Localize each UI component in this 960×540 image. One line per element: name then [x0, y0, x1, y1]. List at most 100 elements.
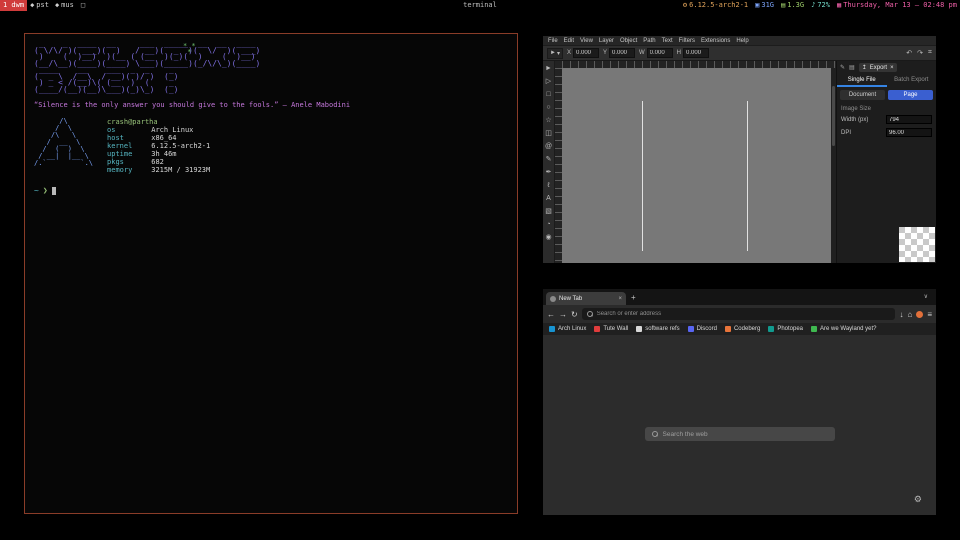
account-avatar[interactable]	[916, 311, 923, 318]
fetch-value: 3h 46m	[151, 150, 176, 158]
address-input[interactable]	[597, 311, 891, 317]
bookmark-favicon	[768, 326, 774, 332]
shell-prompt[interactable]: ~ ❯	[34, 186, 508, 195]
bookmark-tute-wall[interactable]: Tute Wall	[594, 326, 628, 332]
bookmark-label: Arch Linux	[558, 326, 586, 332]
bookmarks-bar: Arch Linux Tute Wall software refs Disco…	[543, 323, 936, 335]
menu-edit[interactable]: Edit	[564, 38, 574, 44]
menu-icon[interactable]: ≡	[927, 310, 932, 319]
menu-help[interactable]: Help	[736, 38, 748, 44]
menu-extensions[interactable]: Extensions	[701, 38, 730, 44]
layout-indicator-icon[interactable]: □	[77, 0, 89, 11]
horizontal-ruler	[562, 61, 836, 68]
tool-options-bar: ► ▾ X Y W H ↶ ↷ ⌗	[543, 46, 936, 61]
home-icon[interactable]: ⌂	[907, 310, 912, 319]
tab-new-tab[interactable]: New Tab ×	[546, 292, 626, 305]
tab-favicon-globe-icon	[550, 296, 556, 302]
selector-tool-icon[interactable]: ►	[545, 62, 552, 75]
chevron-down-icon: ▾	[557, 50, 560, 57]
rect-tool-icon[interactable]: □	[546, 88, 550, 101]
close-icon[interactable]: ×	[890, 65, 894, 71]
newtab-search-box[interactable]	[645, 427, 835, 441]
dpi-input[interactable]	[886, 128, 932, 137]
search-icon	[652, 431, 658, 437]
menu-file[interactable]: File	[548, 38, 558, 44]
bookmark-software-refs[interactable]: software refs	[636, 326, 679, 332]
back-button[interactable]: ←	[547, 310, 555, 319]
x-input[interactable]	[573, 48, 599, 58]
reload-button[interactable]: ↻	[571, 310, 578, 319]
text-tool-icon[interactable]: A	[546, 192, 551, 205]
star-tool-icon[interactable]: ☆	[545, 114, 551, 127]
workspace-tag-1[interactable]: 1 dwm	[0, 0, 27, 11]
scrollbar-thumb[interactable]	[832, 86, 835, 146]
volume-icon: ♪	[811, 0, 815, 11]
snap-toggle-icon[interactable]: ⌗	[928, 49, 932, 57]
dropper-tool-icon[interactable]: ◔	[546, 218, 550, 231]
tab-batch-export[interactable]: Batch Export	[887, 74, 937, 87]
bookmark-label: software refs	[645, 326, 679, 332]
address-bar[interactable]	[582, 308, 896, 320]
newtab-settings-gear-icon[interactable]: ⚙	[914, 494, 922, 505]
zoom-tool-icon[interactable]: ◉	[545, 231, 551, 244]
forward-button[interactable]: →	[559, 310, 567, 319]
y-input[interactable]	[609, 48, 635, 58]
export-mode-tabs: Single File Batch Export	[837, 74, 936, 87]
prompt-symbol: ❯	[43, 186, 48, 195]
bookmark-favicon	[725, 326, 731, 332]
width-label: Width (px)	[841, 117, 883, 123]
bookmark-codeberg[interactable]: Codeberg	[725, 326, 760, 332]
undo-icon[interactable]: ↶	[906, 49, 912, 57]
calligraphy-tool-icon[interactable]: ℓ	[547, 179, 549, 192]
bookmark-label: Tute Wall	[603, 326, 628, 332]
tab-single-file[interactable]: Single File	[837, 74, 887, 87]
page-button[interactable]: Page	[888, 90, 933, 100]
bookmark-photopea[interactable]: Photopea	[768, 326, 803, 332]
dialog-icon-b[interactable]: ▤	[849, 64, 855, 71]
export-dock-tab[interactable]: ↥ Export ×	[859, 63, 897, 72]
selection-mode-dropdown[interactable]: ► ▾	[547, 48, 563, 59]
pen-tool-icon[interactable]: ✒	[546, 166, 552, 179]
dialog-icon-a[interactable]: ✎	[840, 64, 845, 71]
browser-window: New Tab × + ∨ ← → ↻ ↓ ⌂ ≡ Arch Linux Tut…	[543, 289, 936, 515]
gradient-tool-icon[interactable]: ▧	[545, 205, 552, 218]
bookmark-are-we-wayland-yet[interactable]: Are we Wayland yet?	[811, 326, 876, 332]
menu-view[interactable]: View	[580, 38, 593, 44]
dpi-field: DPI	[837, 126, 936, 139]
kernel-text: 6.12.5-arch2-1	[689, 0, 748, 11]
page-border-left	[642, 101, 643, 251]
menu-object[interactable]: Object	[620, 38, 637, 44]
newtab-search-input[interactable]	[663, 431, 828, 438]
workspace-icon: ◆	[55, 0, 59, 11]
tab-close-icon[interactable]: ×	[618, 296, 622, 302]
workspace-tag-2[interactable]: ◆ pst	[27, 0, 52, 11]
fetch-output: /\ / \ /\ \ / __ \ / ( ) \ / __| |__ \ /…	[34, 118, 508, 174]
terminal-window[interactable]: _ _ ____ __ ___ _____ __ __ ____ ( \/\/ …	[24, 33, 518, 514]
spiral-tool-icon[interactable]: @	[545, 140, 552, 153]
workspace-icon: ◆	[30, 0, 34, 11]
downloads-icon[interactable]: ↓	[899, 310, 903, 319]
w-input[interactable]	[647, 48, 673, 58]
ellipse-tool-icon[interactable]: ○	[546, 101, 550, 114]
workspace-tag-3[interactable]: ◆ mus	[52, 0, 77, 11]
menu-layer[interactable]: Layer	[599, 38, 614, 44]
fetch-key: kernel	[107, 143, 147, 150]
node-tool-icon[interactable]: ▷	[546, 75, 551, 88]
bookmark-arch-linux[interactable]: Arch Linux	[549, 326, 586, 332]
width-input[interactable]	[886, 115, 932, 124]
fetch-row-pkgs: pkgs 682	[107, 159, 210, 166]
fetch-row-os: os Arch Linux	[107, 127, 210, 134]
new-tab-button[interactable]: +	[626, 290, 641, 305]
canvas[interactable]	[562, 68, 831, 263]
box3d-tool-icon[interactable]: ◫	[545, 127, 552, 140]
document-button[interactable]: Document	[840, 90, 885, 100]
menu-filters[interactable]: Filters	[679, 38, 695, 44]
pencil-tool-icon[interactable]: ✎	[546, 153, 552, 166]
h-input[interactable]	[683, 48, 709, 58]
list-all-tabs-icon[interactable]: ∨	[919, 290, 933, 305]
redo-icon[interactable]: ↷	[917, 49, 923, 57]
menu-text[interactable]: Text	[662, 38, 673, 44]
page-border-right	[747, 101, 748, 251]
menu-path[interactable]: Path	[643, 38, 655, 44]
bookmark-discord[interactable]: Discord	[688, 326, 717, 332]
